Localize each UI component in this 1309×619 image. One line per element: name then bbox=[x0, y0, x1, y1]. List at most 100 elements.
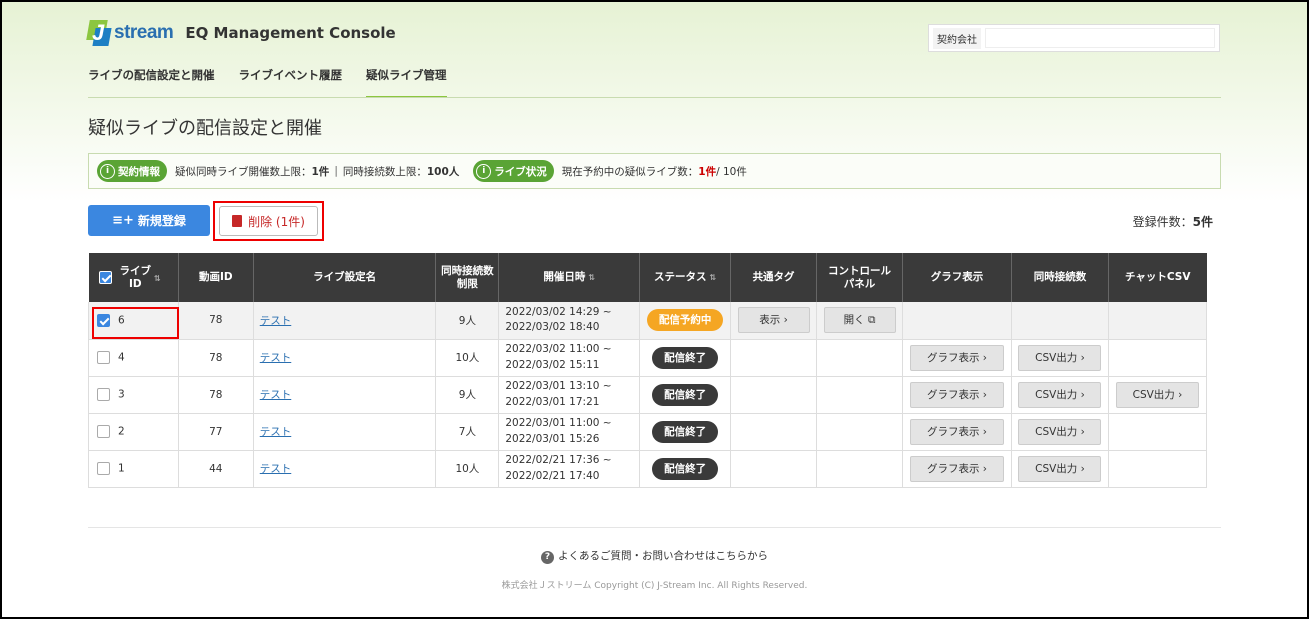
info-icon: i bbox=[476, 163, 492, 179]
open-panel-button[interactable]: 開く ⧉ bbox=[823, 307, 896, 334]
table-row[interactable]: 4 78 テスト 10人 2022/03/02 11:00 ~2022/03/0… bbox=[88, 339, 1208, 377]
nav-live-history[interactable]: ライブイベント履歴 bbox=[239, 62, 343, 98]
cell-video-id: 44 bbox=[178, 450, 254, 488]
row-checkbox[interactable] bbox=[97, 388, 110, 401]
cell-tag bbox=[730, 413, 818, 451]
graph-button[interactable]: グラフ表示 › bbox=[910, 455, 1004, 482]
cell-chat bbox=[1108, 450, 1208, 488]
cell-concurrent bbox=[1011, 302, 1109, 340]
concurrent-live-label: 疑似同時ライブ開催数上限： bbox=[175, 165, 312, 178]
status-badge: 配信終了 bbox=[652, 420, 719, 443]
cell-live-id: 2 bbox=[88, 413, 179, 451]
cell-tag bbox=[730, 376, 818, 414]
status-badge: 配信終了 bbox=[652, 346, 719, 369]
row-checkbox[interactable] bbox=[97, 462, 110, 475]
table-row[interactable]: 2 77 テスト 7人 2022/03/01 11:00 ~2022/03/01… bbox=[88, 413, 1208, 451]
scheduled-total: / 10件 bbox=[716, 165, 747, 178]
select-all-checkbox[interactable] bbox=[98, 271, 112, 284]
header-live-id[interactable]: ライブ ID ⇅ bbox=[88, 253, 179, 302]
row-checkbox[interactable] bbox=[97, 351, 110, 364]
concurrent-csv-button[interactable]: CSV出力 › bbox=[1018, 418, 1102, 445]
cell-concurrent: CSV出力 › bbox=[1011, 450, 1109, 488]
graph-button[interactable]: グラフ表示 › bbox=[910, 418, 1004, 445]
live-status-badge: i ライブ状況 bbox=[473, 160, 554, 182]
cell-status: 配信終了 bbox=[639, 339, 732, 377]
live-name-link[interactable]: テスト bbox=[260, 463, 292, 475]
table-row[interactable]: 3 78 テスト 9人 2022/03/01 13:10 ~2022/03/01… bbox=[88, 376, 1208, 414]
cell-datetime: 2022/02/21 17:36 ~2022/02/21 17:40 bbox=[498, 450, 641, 488]
live-name-link[interactable]: テスト bbox=[260, 426, 292, 438]
cell-live-id: 3 bbox=[88, 376, 179, 414]
row-highlight bbox=[92, 307, 179, 339]
table-row[interactable]: 6 78 テスト 9人 2022/03/02 14:29 ~2022/03/02… bbox=[88, 302, 1208, 340]
status-badge: 配信終了 bbox=[652, 457, 719, 480]
nav-live-settings[interactable]: ライブの配信設定と開催 bbox=[88, 62, 215, 98]
live-name-link[interactable]: テスト bbox=[260, 389, 292, 401]
concurrent-csv-button[interactable]: CSV出力 › bbox=[1018, 344, 1102, 371]
jstream-logo[interactable]: J stream EQ Management Console bbox=[86, 20, 396, 46]
show-tag-button[interactable]: 表示 › bbox=[737, 307, 810, 334]
nav-divider bbox=[88, 97, 1221, 98]
sort-icon[interactable]: ⇅ bbox=[588, 273, 595, 282]
cell-limit: 9人 bbox=[435, 376, 500, 414]
cell-tag bbox=[730, 339, 818, 377]
concurrent-live-value: 1件 bbox=[311, 165, 330, 178]
info-bar: i 契約情報 疑似同時ライブ開催数上限： 1件 | 同時接続数上限： 100人 i ライ… bbox=[88, 153, 1221, 189]
cell-video-id: 78 bbox=[178, 376, 254, 414]
cell-chat bbox=[1108, 413, 1208, 451]
delete-button[interactable]: 削除 (1件) bbox=[219, 206, 318, 236]
scheduled-value: 1件 bbox=[698, 165, 717, 178]
sort-icon[interactable]: ⇅ bbox=[710, 273, 717, 282]
cell-chat bbox=[1108, 339, 1208, 377]
concurrent-csv-button[interactable]: CSV出力 › bbox=[1018, 381, 1102, 408]
add-list-icon: ≡+ bbox=[112, 213, 134, 228]
pseudo-live-table: ライブ ID ⇅ 動画ID ライブ設定名 同時接続数 制限 開催日時 ⇅ ステータス… bbox=[88, 253, 1208, 488]
header-status[interactable]: ステータス ⇅ bbox=[639, 253, 732, 302]
header-tag: 共通タグ bbox=[730, 253, 818, 302]
copyright: 株式会社Ｊストリーム Copyright (C) J-Stream Inc. A… bbox=[501, 581, 808, 591]
sort-icon[interactable]: ⇅ bbox=[154, 274, 161, 283]
nav-pseudo-live[interactable]: 疑似ライブ管理 bbox=[366, 62, 447, 98]
cell-video-id: 78 bbox=[178, 339, 254, 377]
separator: | bbox=[334, 165, 338, 177]
header-datetime[interactable]: 開催日時 ⇅ bbox=[498, 253, 641, 302]
header-concurrent: 同時接続数 bbox=[1011, 253, 1109, 302]
cell-limit: 10人 bbox=[435, 339, 500, 377]
concurrent-conn-value: 100人 bbox=[426, 165, 460, 178]
cell-concurrent: CSV出力 › bbox=[1011, 339, 1109, 377]
cell-live-id: 1 bbox=[88, 450, 179, 488]
graph-button[interactable]: グラフ表示 › bbox=[910, 381, 1004, 408]
live-name-link[interactable]: テスト bbox=[260, 315, 292, 327]
chat-csv-button[interactable]: CSV出力 › bbox=[1115, 381, 1199, 408]
row-checkbox[interactable] bbox=[97, 425, 110, 438]
cell-panel: 開く ⧉ bbox=[816, 302, 904, 340]
cell-name: テスト bbox=[253, 339, 437, 377]
live-name-link[interactable]: テスト bbox=[260, 352, 292, 364]
footer-divider bbox=[88, 527, 1221, 528]
table-header-row: ライブ ID ⇅ 動画ID ライブ設定名 同時接続数 制限 開催日時 ⇅ ステータス… bbox=[88, 253, 1207, 302]
graph-button[interactable]: グラフ表示 › bbox=[910, 344, 1004, 371]
concurrent-csv-button[interactable]: CSV出力 › bbox=[1018, 455, 1102, 482]
status-badge: 配信終了 bbox=[652, 383, 719, 406]
cell-status: 配信終了 bbox=[639, 413, 732, 451]
cell-datetime: 2022/03/02 14:29 ~2022/03/02 18:40 bbox=[498, 302, 641, 340]
cell-graph: グラフ表示 › bbox=[902, 376, 1012, 414]
header-name: ライブ設定名 bbox=[253, 253, 437, 302]
header-graph: グラフ表示 bbox=[902, 253, 1012, 302]
company-input[interactable] bbox=[985, 28, 1215, 48]
cell-limit: 9人 bbox=[435, 302, 500, 340]
cell-graph bbox=[902, 302, 1012, 340]
new-register-button[interactable]: ≡+ 新規登録 bbox=[88, 205, 210, 236]
main-nav: ライブの配信設定と開催 ライブイベント履歴 疑似ライブ管理 bbox=[88, 62, 471, 98]
page-title: 疑似ライブの配信設定と開催 bbox=[88, 118, 322, 139]
registered-count: 登録件数：5件 bbox=[1132, 215, 1213, 229]
cell-graph: グラフ表示 › bbox=[902, 339, 1012, 377]
help-icon: ? bbox=[541, 551, 554, 564]
cell-datetime: 2022/03/02 11:00 ~2022/03/02 15:11 bbox=[498, 339, 641, 377]
faq-link[interactable]: ? よくあるご質問・お問い合わせはこちらから bbox=[2, 548, 1307, 564]
cell-status: 配信予約中 bbox=[639, 302, 732, 340]
header-panel: コントロール パネル bbox=[816, 253, 904, 302]
table-row[interactable]: 1 44 テスト 10人 2022/02/21 17:36 ~2022/02/2… bbox=[88, 450, 1208, 488]
company-label: 契約会社 bbox=[933, 27, 981, 49]
cell-panel bbox=[816, 376, 904, 414]
